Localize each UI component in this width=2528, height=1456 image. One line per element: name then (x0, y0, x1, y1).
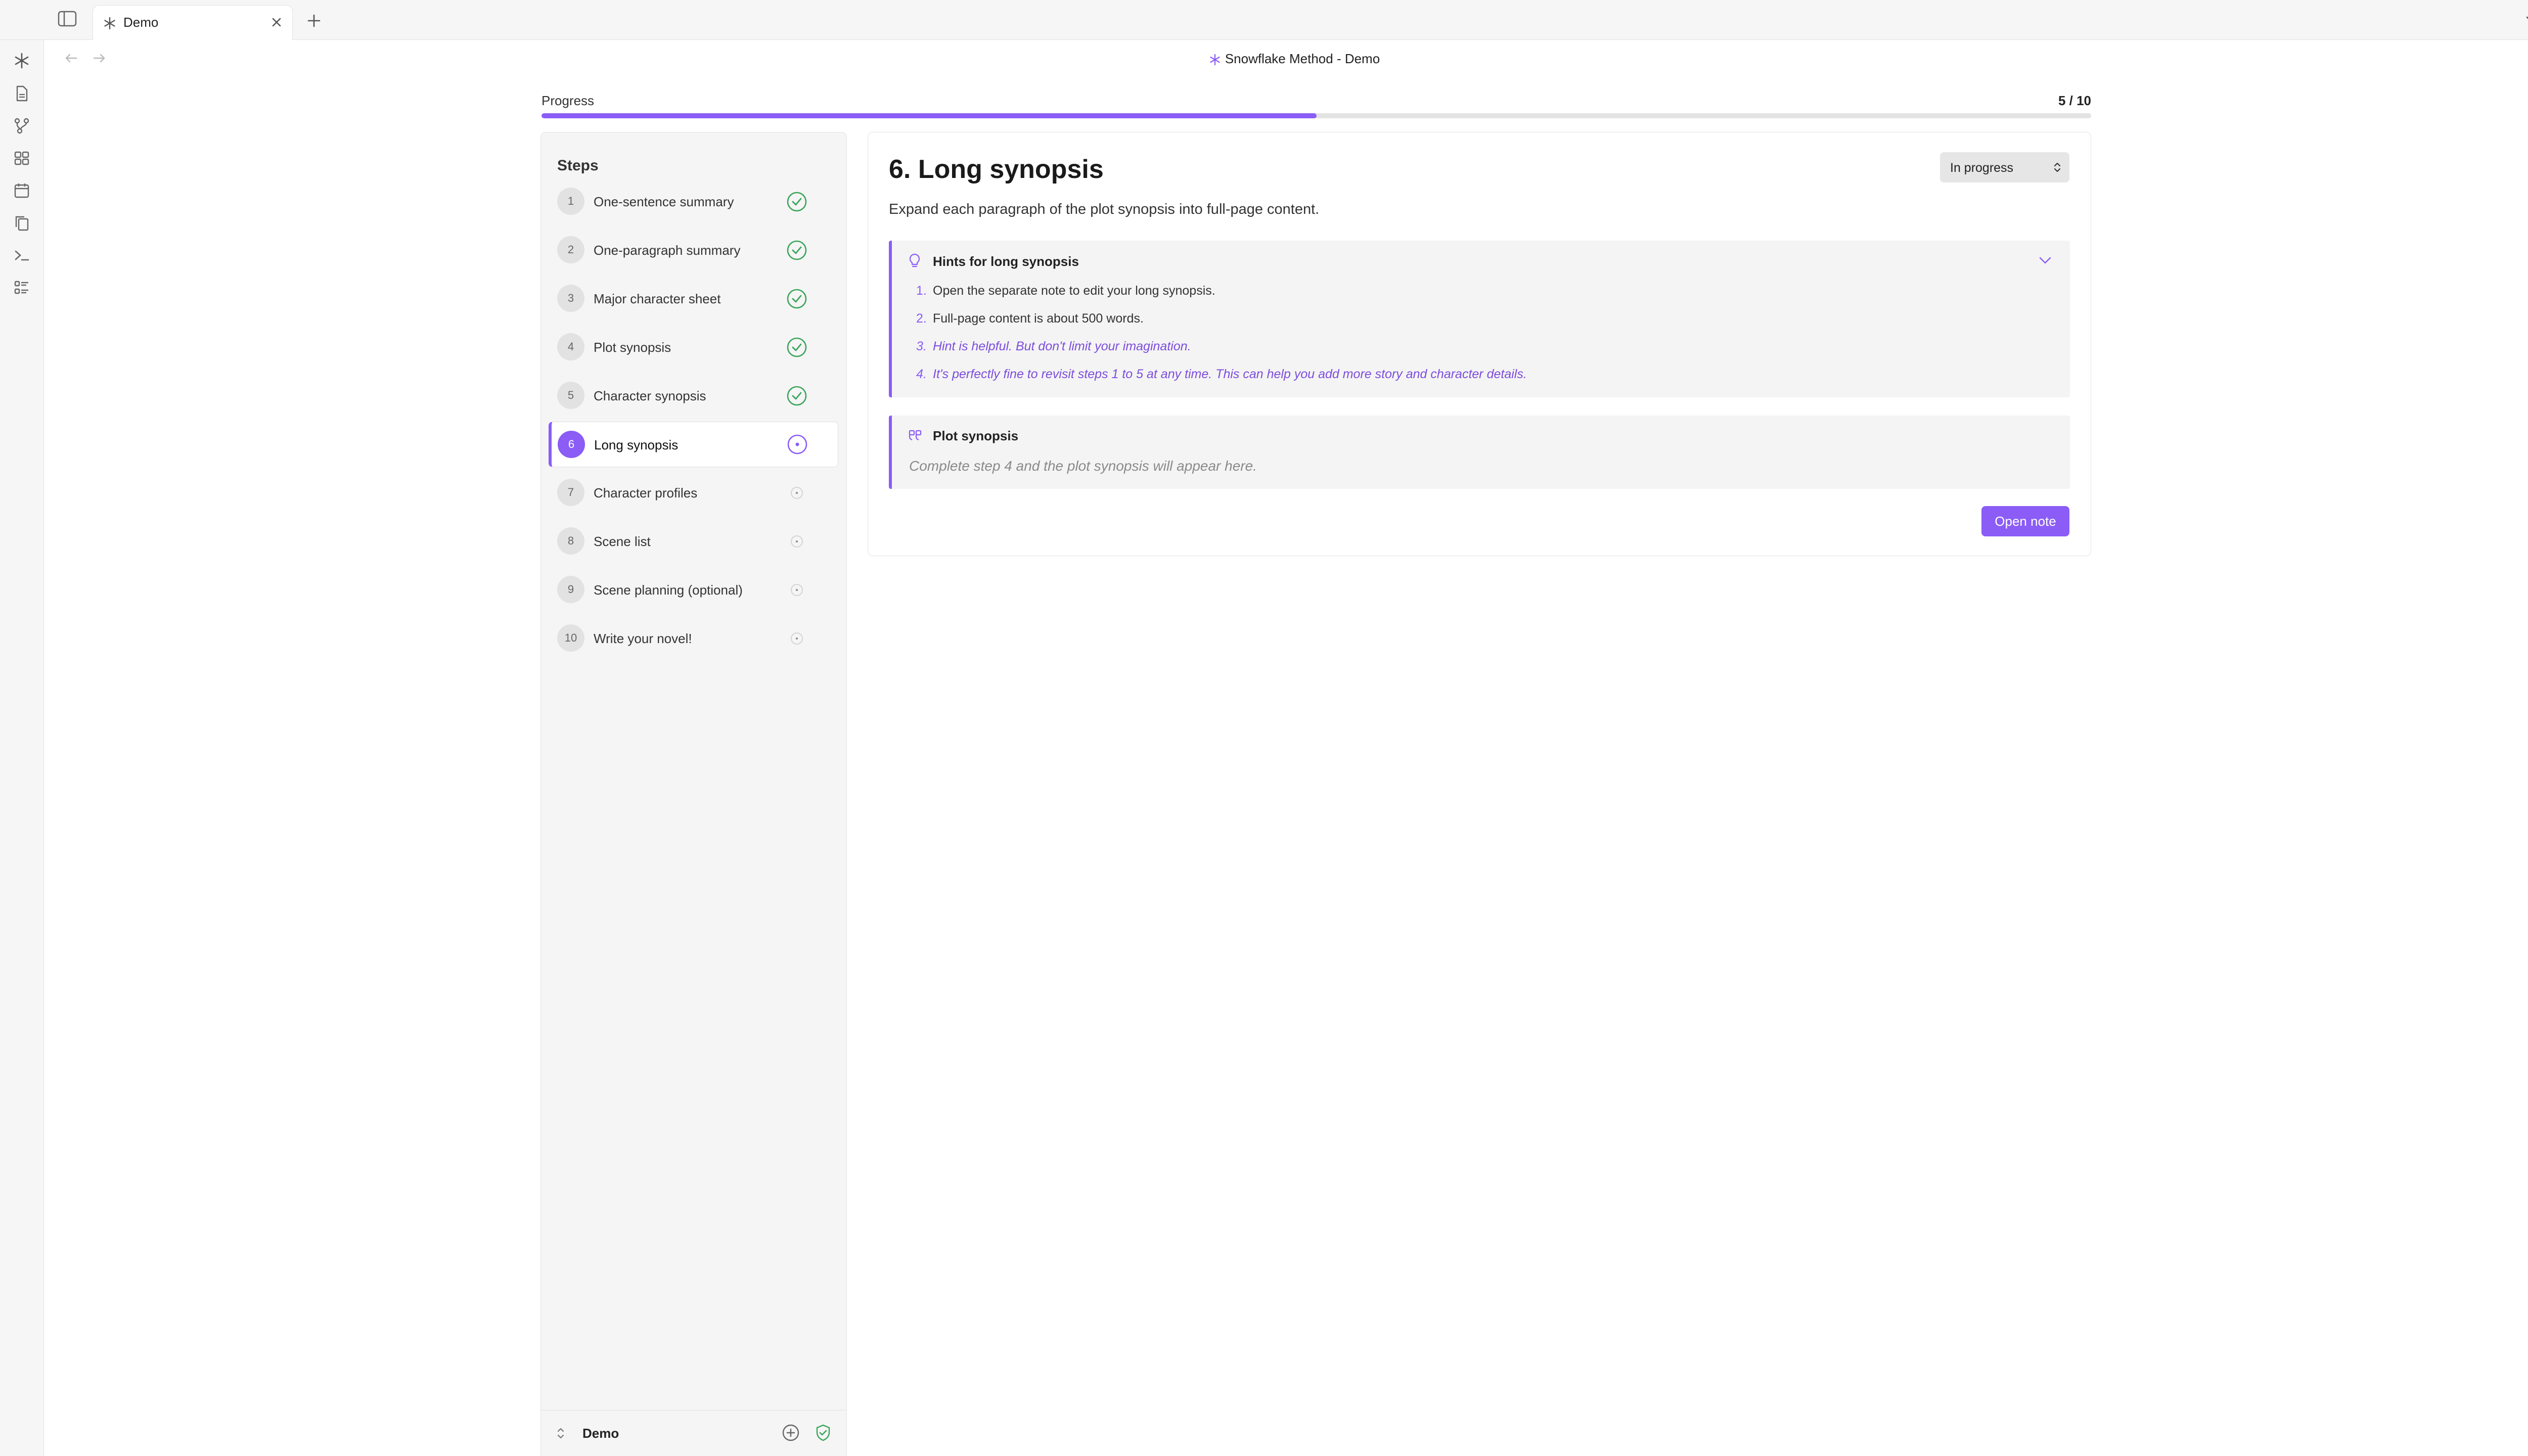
step-number: 6 (558, 431, 585, 458)
status-select-value: In progress (1950, 161, 2014, 175)
step-label: One-sentence summary (594, 194, 734, 209)
step-number: 2 (557, 236, 584, 263)
check-circle-icon (786, 240, 807, 261)
step-number: 5 (557, 382, 584, 409)
step-number: 7 (557, 479, 584, 506)
grid-icon[interactable] (13, 150, 30, 167)
copy-icon[interactable] (13, 214, 30, 232)
tab-title: Demo (123, 15, 159, 30)
file-icon[interactable] (13, 85, 30, 102)
step-item-5[interactable]: 5 Character synopsis (549, 373, 838, 419)
hint-item: 1. Open the separate note to edit your lo… (916, 284, 1215, 298)
step-item-8[interactable]: 8 Scene list (549, 519, 838, 564)
step-number: 3 (557, 285, 584, 312)
step-number: 8 (557, 527, 584, 555)
step-item-2[interactable]: 2 One-paragraph summary (549, 228, 838, 273)
pending-icon (790, 632, 803, 645)
in-progress-icon (787, 434, 808, 455)
steps-heading: Steps (557, 157, 599, 174)
hints-title: Hints for long synopsis (933, 254, 1079, 269)
check-circle-icon (786, 337, 807, 358)
pending-icon (790, 583, 803, 597)
step-number: 1 (557, 188, 584, 215)
chevron-down-icon[interactable] (2039, 256, 2052, 265)
step-label: Character profiles (594, 485, 698, 500)
plot-synopsis-callout: Plot synopsis Complete step 4 and the pl… (889, 416, 2070, 489)
add-circle-icon[interactable] (782, 1424, 800, 1442)
step-detail-card: 6. Long synopsis In progress Expand each… (868, 132, 2091, 556)
step-item-6[interactable]: 6 Long synopsis (549, 422, 838, 467)
step-number: 4 (557, 333, 584, 360)
progress-fill (541, 113, 1317, 118)
step-item-4[interactable]: 4 Plot synopsis (549, 325, 838, 370)
hint-item: 4. It's perfectly fine to revisit steps 1… (916, 367, 1527, 381)
chevron-updown-icon (2053, 161, 2061, 174)
hint-item: 2. Full-page content is about 500 words. (916, 311, 1144, 326)
ribbon (0, 40, 44, 1456)
snowflake-icon (1209, 54, 1221, 66)
plot-synopsis-title: Plot synopsis (933, 428, 1019, 443)
project-selector[interactable]: Demo (582, 1426, 619, 1441)
check-circle-icon (786, 191, 807, 212)
page-title: 6. Long synopsis (889, 155, 1104, 184)
step-label: Scene planning (optional) (594, 582, 743, 598)
step-number: 10 (557, 624, 584, 652)
window-title: Snowflake Method - Demo (0, 51, 2528, 67)
plus-icon[interactable] (307, 14, 321, 28)
step-number: 9 (557, 576, 584, 603)
step-label: Character synopsis (594, 388, 706, 403)
sidebar-toggle-icon[interactable] (58, 10, 77, 27)
step-item-7[interactable]: 7 Character profiles (549, 470, 838, 516)
step-label: Major character sheet (594, 291, 721, 306)
step-label: Plot synopsis (594, 340, 671, 355)
step-item-9[interactable]: 9 Scene planning (optional) (549, 567, 838, 613)
plot-synopsis-placeholder: Complete step 4 and the plot synopsis wi… (909, 458, 1257, 474)
step-label: Scene list (594, 534, 651, 549)
hint-item: 3. Hint is helpful. But don't limit your … (916, 339, 1191, 353)
chevron-updown-icon[interactable] (556, 1426, 565, 1441)
progress-bar (541, 113, 2091, 118)
shield-check-icon[interactable] (814, 1424, 832, 1442)
pending-icon (790, 535, 803, 548)
terminal-icon[interactable] (13, 247, 30, 264)
calendar-icon[interactable] (13, 182, 30, 199)
hints-callout: Hints for long synopsis 1. Open the separ… (889, 241, 2070, 397)
window-title-text: Snowflake Method - Demo (1225, 51, 1380, 66)
status-select[interactable]: In progress (1940, 152, 2069, 183)
graph-icon[interactable] (13, 117, 30, 134)
close-icon[interactable] (270, 16, 283, 29)
quote-icon (908, 429, 922, 442)
step-item-10[interactable]: 10 Write your novel! (549, 616, 838, 661)
step-label: Long synopsis (594, 437, 679, 452)
snowflake-icon (103, 17, 116, 30)
check-circle-icon (786, 288, 807, 309)
progress-count: 5 / 10 (2058, 93, 2091, 108)
steps-panel: Steps 1 One-sentence summary 2 One-paragrap… (540, 132, 847, 1456)
step-item-1[interactable]: 1 One-sentence summary (549, 179, 838, 224)
progress-label: Progress (541, 93, 595, 108)
step-label: One-paragraph summary (594, 243, 741, 258)
tab-bar: Demo (0, 0, 2528, 40)
tab-demo[interactable]: Demo (93, 5, 293, 40)
step-description: Expand each paragraph of the plot synops… (889, 201, 1320, 217)
chevron-down-icon[interactable] (2525, 14, 2528, 25)
lightbulb-icon (908, 253, 921, 269)
step-item-3[interactable]: 3 Major character sheet (549, 276, 838, 322)
step-label: Write your novel! (594, 631, 692, 646)
list-icon[interactable] (13, 279, 30, 296)
steps-footer: Demo (541, 1410, 846, 1456)
pending-icon (790, 486, 803, 499)
check-circle-icon (786, 385, 807, 406)
open-note-button[interactable]: Open note (1981, 506, 2069, 536)
